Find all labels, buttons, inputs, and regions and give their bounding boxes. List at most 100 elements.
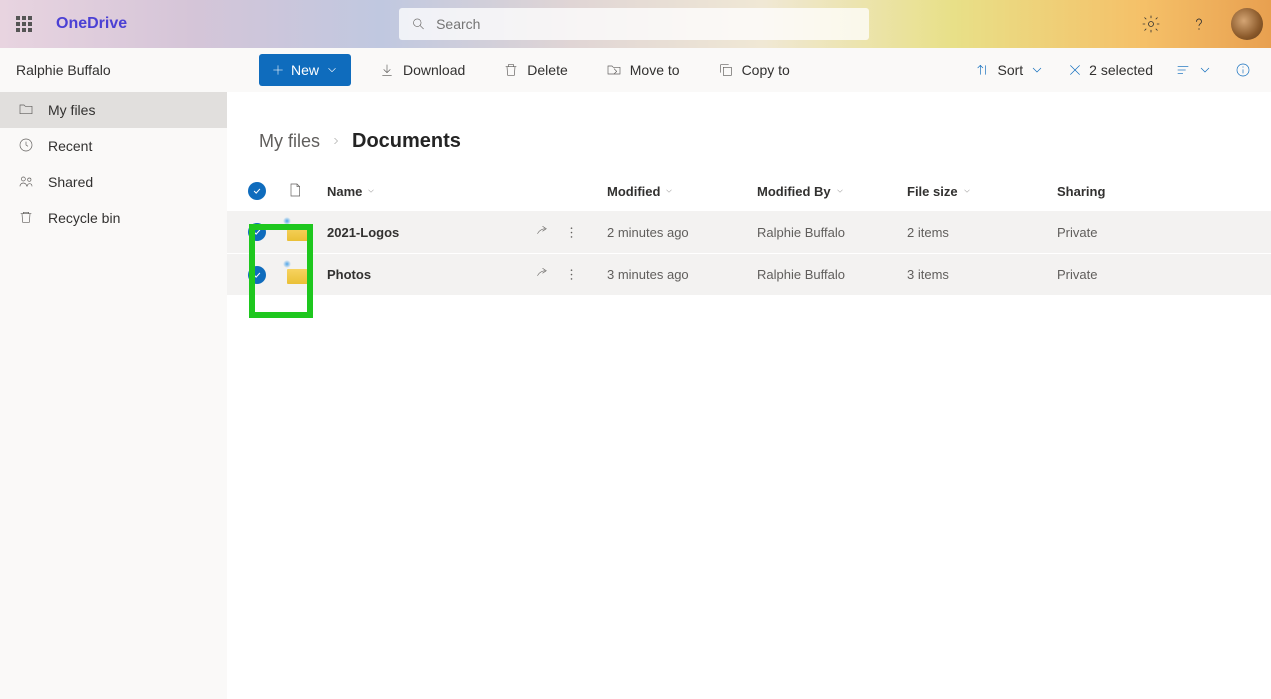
copy-to-label: Copy to	[742, 62, 790, 78]
sidebar-item-shared[interactable]: Shared	[0, 164, 227, 200]
filesize-cell: 3 items	[907, 267, 1057, 282]
brand-label[interactable]: OneDrive	[56, 15, 127, 33]
chevron-down-icon	[664, 186, 674, 196]
list-icon	[1175, 62, 1191, 78]
chevron-down-icon	[962, 186, 972, 196]
checkmark-icon	[248, 182, 266, 200]
main-content: My files Documents Name Modified	[227, 92, 1271, 699]
table-row[interactable]: Photos 3 minutes agoRalphie Buffalo3 item…	[227, 253, 1271, 295]
sidebar-item-label: Shared	[48, 174, 93, 190]
copy-to-button[interactable]: Copy to	[708, 54, 800, 86]
column-modified-by-label: Modified By	[757, 184, 831, 199]
column-name[interactable]: Name	[327, 184, 607, 199]
file-table: Name Modified Modified By File size Shar…	[227, 171, 1271, 295]
sidebar-item-label: Recycle bin	[48, 210, 120, 226]
sidebar-item-recent[interactable]: Recent	[0, 128, 227, 164]
move-to-button[interactable]: Move to	[596, 54, 690, 86]
column-sharing-label: Sharing	[1057, 184, 1105, 199]
avatar[interactable]	[1231, 8, 1263, 40]
row-select-toggle[interactable]	[227, 223, 287, 241]
search-input[interactable]	[436, 16, 857, 32]
checkmark-icon	[248, 223, 266, 241]
more-icon[interactable]	[564, 225, 579, 240]
info-icon	[1235, 62, 1251, 78]
chevron-down-icon	[1029, 62, 1045, 78]
search-icon	[411, 16, 426, 32]
sort-label: Sort	[997, 62, 1023, 78]
recent-icon	[18, 137, 34, 156]
chevron-right-icon	[330, 131, 342, 152]
sharing-cell: Private	[1057, 267, 1207, 282]
delete-button[interactable]: Delete	[493, 54, 577, 86]
chevron-down-icon	[1197, 62, 1213, 78]
column-filetype-icon[interactable]	[287, 180, 327, 203]
details-pane-button[interactable]	[1227, 54, 1259, 86]
modified-by-cell: Ralphie Buffalo	[757, 225, 907, 240]
breadcrumb-root[interactable]: My files	[259, 131, 320, 152]
column-filesize-label: File size	[907, 184, 958, 199]
sidebar-item-label: My files	[48, 102, 95, 118]
help-button[interactable]	[1175, 0, 1223, 48]
column-filesize[interactable]: File size	[907, 184, 1057, 199]
download-label: Download	[403, 62, 465, 78]
share-icon[interactable]	[535, 267, 550, 282]
sidebar: My files Recent Shared Recycle bin	[0, 92, 227, 699]
waffle-icon	[16, 16, 32, 32]
download-button[interactable]: Download	[369, 54, 475, 86]
command-actions: New Download Delete Move to Copy to	[227, 54, 967, 86]
x-icon	[1067, 62, 1083, 78]
move-icon	[606, 62, 622, 78]
column-modified-by[interactable]: Modified By	[757, 184, 907, 199]
item-name[interactable]: 2021-Logos	[327, 225, 399, 240]
row-type-icon	[287, 266, 327, 284]
sort-button[interactable]: Sort	[967, 54, 1053, 86]
folder-icon	[287, 266, 309, 284]
folder-icon	[18, 101, 34, 120]
modified-cell: 3 minutes ago	[607, 267, 757, 282]
copy-icon	[718, 62, 734, 78]
command-right-group: Sort 2 selected	[967, 54, 1259, 86]
select-all-toggle[interactable]	[227, 182, 287, 200]
folder-icon	[287, 223, 309, 241]
chevron-down-icon	[366, 186, 376, 196]
name-cell: 2021-Logos	[327, 225, 607, 240]
modified-cell: 2 minutes ago	[607, 225, 757, 240]
sidebar-item-my-files[interactable]: My files	[0, 92, 227, 128]
table-row[interactable]: 2021-Logos 2 minutes agoRalphie Buffalo2 …	[227, 211, 1271, 253]
top-bar: OneDrive	[0, 0, 1271, 48]
item-name[interactable]: Photos	[327, 267, 371, 282]
chevron-down-icon	[325, 63, 339, 77]
breadcrumb-current: Documents	[352, 130, 461, 153]
move-to-label: Move to	[630, 62, 680, 78]
clear-selection-button[interactable]: 2 selected	[1059, 54, 1161, 86]
settings-button[interactable]	[1127, 0, 1175, 48]
recycle-icon	[18, 209, 34, 228]
account-name-label: Ralphie Buffalo	[0, 62, 227, 78]
app-launcher-button[interactable]	[0, 0, 48, 48]
search-box[interactable]	[399, 8, 869, 40]
delete-label: Delete	[527, 62, 567, 78]
share-icon[interactable]	[535, 225, 550, 240]
chevron-down-icon	[835, 186, 845, 196]
top-right-group	[1127, 0, 1271, 48]
more-icon[interactable]	[564, 267, 579, 282]
sidebar-item-recycle-bin[interactable]: Recycle bin	[0, 200, 227, 236]
table-header: Name Modified Modified By File size Shar…	[227, 171, 1271, 211]
selection-count-label: 2 selected	[1089, 62, 1153, 78]
sharing-cell: Private	[1057, 225, 1207, 240]
file-icon	[287, 180, 303, 200]
new-button[interactable]: New	[259, 54, 351, 86]
column-modified[interactable]: Modified	[607, 184, 757, 199]
sort-icon	[975, 62, 991, 78]
column-name-label: Name	[327, 184, 362, 199]
row-select-toggle[interactable]	[227, 266, 287, 284]
modified-by-cell: Ralphie Buffalo	[757, 267, 907, 282]
view-options-button[interactable]	[1167, 54, 1221, 86]
filesize-cell: 2 items	[907, 225, 1057, 240]
breadcrumb: My files Documents	[227, 92, 1271, 171]
column-sharing[interactable]: Sharing	[1057, 184, 1207, 199]
command-bar: Ralphie Buffalo New Download Delete Move…	[0, 48, 1271, 92]
row-type-icon	[287, 223, 327, 241]
main-layout: My files Recent Shared Recycle bin My files…	[0, 92, 1271, 699]
checkmark-icon	[248, 266, 266, 284]
